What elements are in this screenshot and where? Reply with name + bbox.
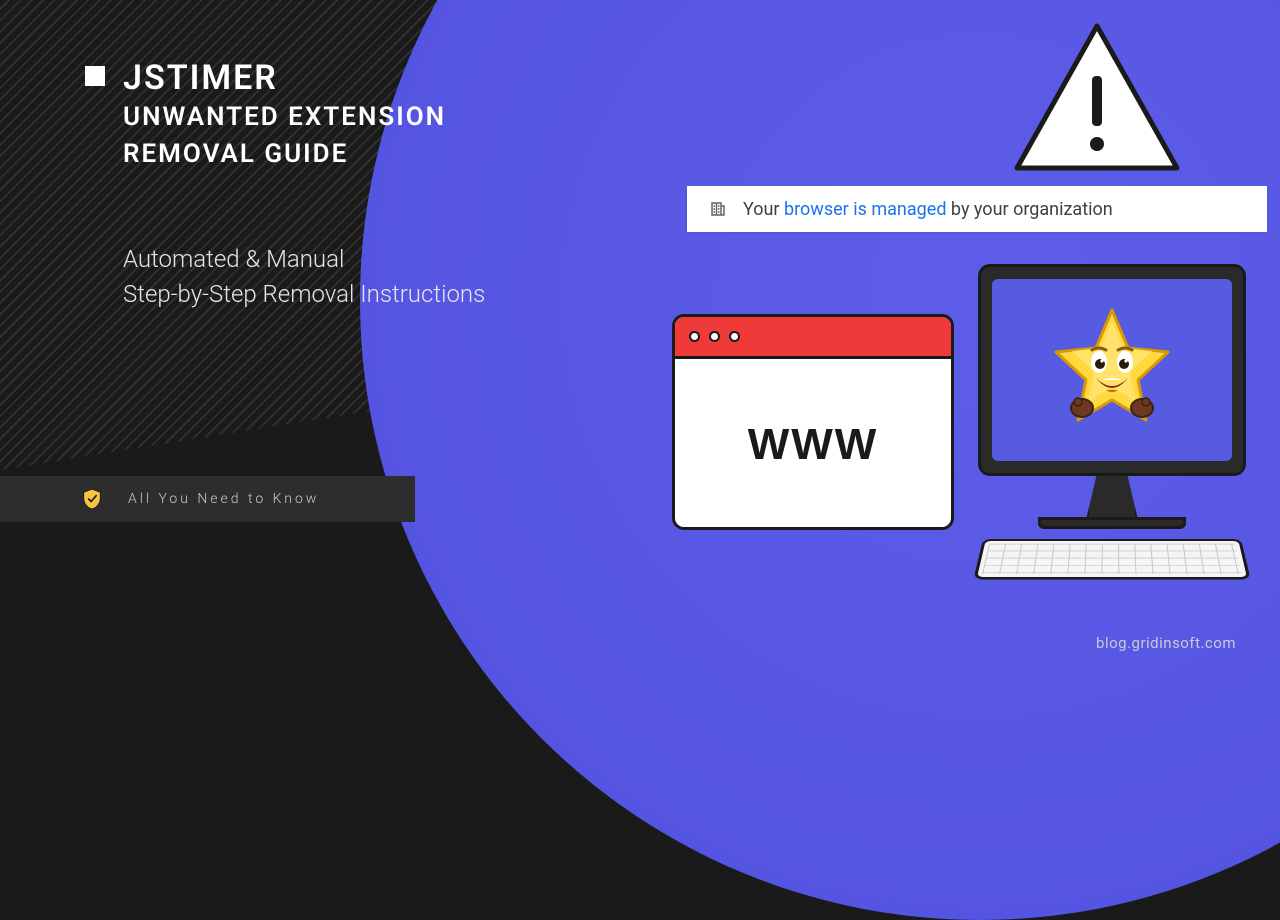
window-control-dot [709,331,720,342]
shield-icon [82,488,102,510]
warning-triangle-icon [1012,20,1182,175]
badge-bar: All You Need to Know [0,476,415,522]
subtitle-line-1: Automated & Manual [123,242,565,277]
browser-titlebar [675,317,951,359]
keyboard-keys [982,544,1242,574]
window-control-dot [729,331,740,342]
managed-browser-text: Your browser is managed by your organiza… [743,199,1113,220]
managed-browser-bar: Your browser is managed by your organiza… [687,186,1267,232]
title-main: JSTIMER [123,60,565,97]
monitor-stand [1086,476,1138,520]
subtitle-line-2: Step-by-Step Removal Instructions [123,277,565,312]
info-prefix: Your [743,199,784,220]
star-emoji-icon [1050,306,1174,434]
hero-banner: JSTIMER UNWANTED EXTENSION REMOVAL GUIDE… [0,0,1280,674]
badge-text: All You Need to Know [128,491,319,507]
browser-body: WWW [675,359,951,530]
credit-text: blog.gridinsoft.com [1096,634,1236,652]
title-subline-1: UNWANTED EXTENSION [123,101,565,134]
browser-window-illustration: WWW [672,314,954,530]
monitor-illustration [978,264,1246,595]
info-link: browser is managed [784,199,946,220]
bullet-square-icon [85,66,105,86]
www-label: WWW [748,420,879,470]
keyboard-illustration [973,539,1250,579]
title-subline-2: REMOVAL GUIDE [123,138,565,171]
headline-block: JSTIMER UNWANTED EXTENSION REMOVAL GUIDE… [85,60,565,312]
window-control-dot [689,331,700,342]
monitor-screen [978,264,1246,476]
monitor-inner-screen [992,279,1232,461]
building-icon [709,200,727,218]
info-suffix: by your organization [946,199,1112,220]
